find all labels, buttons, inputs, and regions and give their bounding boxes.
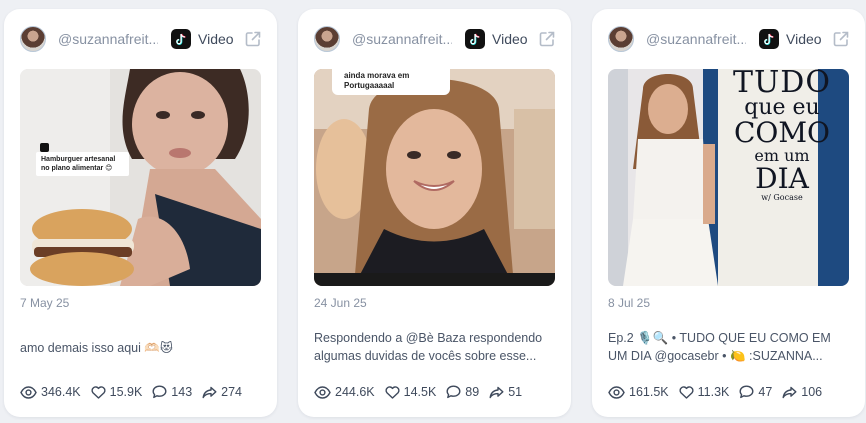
likes-count: 15.9K bbox=[109, 385, 143, 399]
views-stat: 244.6K bbox=[314, 385, 375, 399]
shares-count: 106 bbox=[801, 385, 823, 399]
comments-count: 47 bbox=[758, 385, 773, 399]
avatar[interactable] bbox=[20, 26, 46, 52]
tiktok-icon bbox=[465, 29, 485, 49]
avatar[interactable] bbox=[608, 26, 634, 52]
eye-icon bbox=[608, 385, 625, 399]
post-stats: 346.4K 15.9K 143 274 bbox=[20, 383, 267, 401]
overlay-title-line: DIA bbox=[755, 162, 809, 195]
avatar[interactable] bbox=[314, 26, 340, 52]
post-header: @suzannafreit... Video bbox=[20, 25, 263, 53]
comments-count: 89 bbox=[465, 385, 480, 399]
post-header: @suzannafreit... Video bbox=[314, 25, 557, 53]
overlay-title-line: COMO bbox=[733, 116, 830, 149]
heart-icon bbox=[679, 385, 694, 399]
comment-icon bbox=[739, 385, 754, 399]
video-caption-overlay: ainda morava em Portugaaaaal bbox=[332, 69, 450, 95]
overlay-title-line: w/ Gocase bbox=[761, 193, 803, 202]
external-link-icon[interactable] bbox=[538, 30, 556, 48]
views-count: 346.4K bbox=[41, 385, 81, 399]
comments-stat: 47 bbox=[739, 385, 772, 399]
post-date: 7 May 25 bbox=[20, 296, 70, 310]
shares-count: 274 bbox=[221, 385, 243, 399]
platform-label: Video bbox=[786, 31, 822, 47]
video-title-overlay: TUDO que eu COMO em um DIA w/ Gocase bbox=[714, 69, 849, 203]
comments-stat: 143 bbox=[152, 385, 192, 399]
shares-count: 51 bbox=[508, 385, 523, 399]
video-thumbnail[interactable]: TUDO que eu COMO em um DIA w/ Gocase bbox=[608, 69, 849, 286]
comments-stat: 89 bbox=[446, 385, 479, 399]
platform-label: Video bbox=[492, 31, 528, 47]
overlay-title-line: TUDO bbox=[733, 69, 831, 100]
comments-count: 143 bbox=[171, 385, 193, 399]
post-stats: 161.5K 11.3K 47 106 bbox=[608, 383, 855, 401]
tiktok-icon bbox=[171, 29, 191, 49]
comment-icon bbox=[446, 385, 461, 399]
post-description: Respondendo a @Bè Baza respondendo algum… bbox=[314, 331, 543, 363]
post-stats: 244.6K 14.5K 89 51 bbox=[314, 383, 561, 401]
tiktok-watermark-icon bbox=[40, 143, 49, 152]
likes-count: 14.5K bbox=[403, 385, 437, 399]
share-icon bbox=[489, 386, 504, 398]
views-stat: 346.4K bbox=[20, 385, 81, 399]
post-card[interactable]: @suzannafreit... Video ainda morava em P… bbox=[298, 9, 571, 417]
username[interactable]: @suzannafreit... bbox=[58, 31, 158, 47]
heart-icon bbox=[385, 385, 400, 399]
views-count: 161.5K bbox=[629, 385, 669, 399]
username[interactable]: @suzannafreit... bbox=[352, 31, 452, 47]
likes-count: 11.3K bbox=[697, 385, 730, 399]
post-description: Ep.2 🎙️🔍 • TUDO QUE EU COMO EM UM DIA @g… bbox=[608, 331, 831, 363]
post-card[interactable]: @suzannafreit... Video TUDO que eu COMO … bbox=[592, 9, 865, 417]
views-stat: 161.5K bbox=[608, 385, 669, 399]
external-link-icon[interactable] bbox=[832, 30, 850, 48]
platform-label: Video bbox=[198, 31, 234, 47]
video-thumbnail[interactable]: ainda morava em Portugaaaaal bbox=[314, 69, 555, 286]
shares-stat: 51 bbox=[489, 385, 522, 399]
video-thumbnail[interactable]: Hamburguer artesanal no plano alimentar … bbox=[20, 69, 261, 286]
thumbnail-image bbox=[20, 69, 261, 286]
post-card[interactable]: @suzannafreit... Video Hamburguer artesa… bbox=[4, 9, 277, 417]
username[interactable]: @suzannafreit... bbox=[646, 31, 746, 47]
video-caption-overlay: Hamburguer artesanal no plano alimentar … bbox=[36, 152, 129, 176]
share-icon bbox=[782, 386, 797, 398]
likes-stat: 15.9K bbox=[91, 385, 143, 399]
post-header: @suzannafreit... Video bbox=[608, 25, 851, 53]
shares-stat: 106 bbox=[782, 385, 822, 399]
eye-icon bbox=[20, 385, 37, 399]
post-description: amo demais isso aqui 🫶🏻😻 bbox=[20, 341, 173, 355]
views-count: 244.6K bbox=[335, 385, 375, 399]
thumbnail-image bbox=[314, 69, 555, 286]
external-link-icon[interactable] bbox=[244, 30, 262, 48]
shares-stat: 274 bbox=[202, 385, 242, 399]
likes-stat: 11.3K bbox=[679, 385, 730, 399]
share-icon bbox=[202, 386, 217, 398]
likes-stat: 14.5K bbox=[385, 385, 437, 399]
eye-icon bbox=[314, 385, 331, 399]
comment-icon bbox=[152, 385, 167, 399]
heart-icon bbox=[91, 385, 106, 399]
post-date: 8 Jul 25 bbox=[608, 296, 651, 310]
tiktok-icon bbox=[759, 29, 779, 49]
post-date: 24 Jun 25 bbox=[314, 296, 367, 310]
